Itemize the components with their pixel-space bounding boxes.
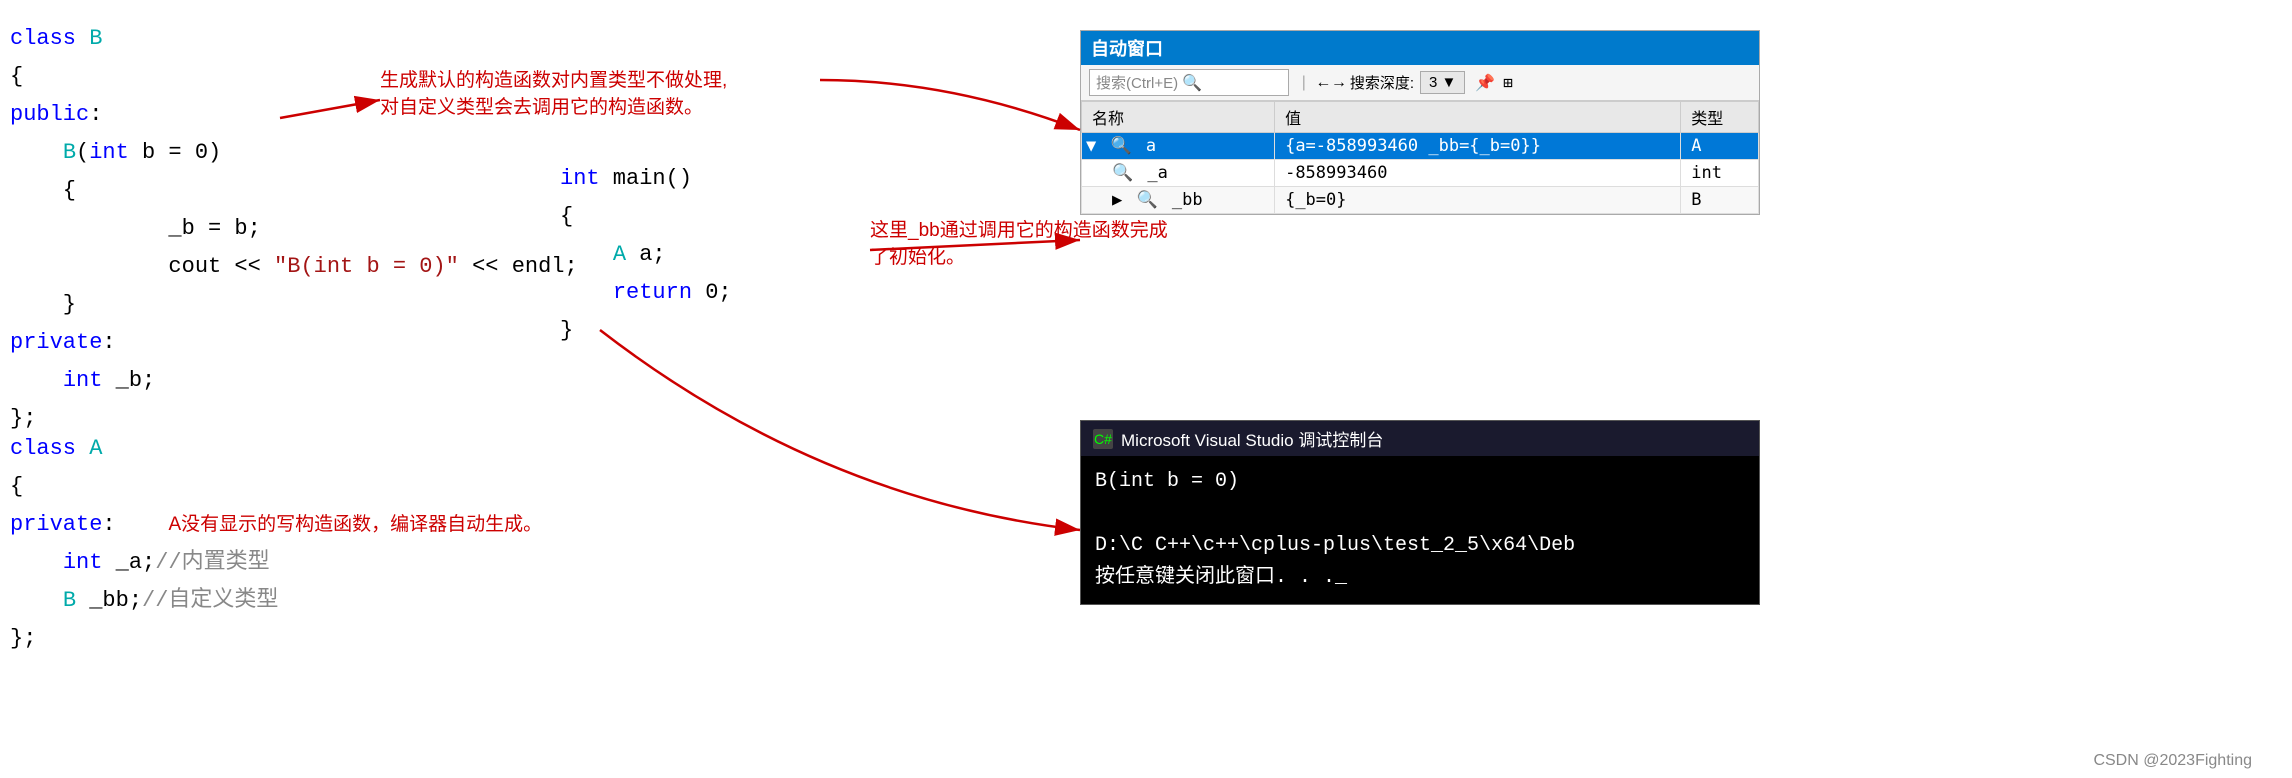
code-line: A a; [560, 236, 732, 274]
console-body: B(int b = 0) D:\C C++\c++\cplus-plus\tes… [1081, 456, 1759, 604]
code-line: int _b; [10, 362, 810, 400]
forward-icon[interactable]: → [1334, 74, 1344, 92]
cell-value: -858993460 [1275, 160, 1681, 187]
col-name: 名称 [1082, 102, 1275, 133]
code-line: class B [10, 20, 810, 58]
arrow-annotation1-to-table [820, 80, 1080, 130]
search-icon: 🔍 [1182, 73, 1202, 93]
table-row[interactable]: ▼ 🔍 a {a=-858993460 _bb={_b=0}} A [1082, 133, 1759, 160]
cell-value: {_b=0} [1275, 187, 1681, 214]
code-area-bottom: class A { private: A没有显示的写构造函数，编译器自动生成。 … [0, 430, 500, 658]
console-line: B(int b = 0) [1095, 466, 1745, 498]
code-line: return 0; [560, 274, 732, 312]
console-title-text: Microsoft Visual Studio 调试控制台 [1121, 426, 1383, 451]
col-value: 值 [1275, 102, 1681, 133]
console-icon: C# [1093, 429, 1113, 449]
annotation-line1: 生成默认的构造函数对内置类型不做处理, [380, 65, 727, 92]
console-line: D:\C C++\c++\cplus-plus\test_2_5\x64\Deb [1095, 530, 1745, 562]
toolbar-separator: | [1299, 74, 1309, 92]
code-line: { [560, 198, 732, 236]
search-depth-select[interactable]: 3 ▼ [1420, 71, 1465, 94]
search-depth-label: 搜索深度: [1350, 72, 1414, 93]
table-row[interactable]: 🔍 _a -858993460 int [1082, 160, 1759, 187]
grid-icon[interactable]: ⊞ [1503, 73, 1513, 93]
annotation-bb: 这里_bb通过调用它的构造函数完成 了初始化。 [870, 215, 1168, 269]
search-placeholder-text: 搜索(Ctrl+E) [1096, 72, 1178, 93]
auto-window-title: 自动窗口 [1081, 31, 1759, 65]
table-row[interactable]: ▶ 🔍 _bb {_b=0} B [1082, 187, 1759, 214]
code-line: class A [10, 430, 490, 468]
annotation-line1: 这里_bb通过调用它的构造函数完成 [870, 215, 1168, 242]
expand-icon[interactable]: ▶ [1112, 190, 1122, 210]
annotation-line2: 了初始化。 [870, 242, 1168, 269]
code-line: } [560, 312, 732, 350]
col-type: 类型 [1681, 102, 1759, 133]
code-line: int _a;//内置类型 [10, 544, 490, 582]
annotation-line2: 对自定义类型会去调用它的构造函数。 [380, 92, 727, 119]
cell-value: {a=-858993460 _bb={_b=0}} [1275, 133, 1681, 160]
csdn-watermark: CSDN @2023Fighting [2093, 752, 2252, 770]
console-line [1095, 498, 1745, 530]
auto-table: 名称 值 类型 ▼ 🔍 a {a=-858993460 _bb={_b=0}} … [1081, 101, 1759, 214]
search-box[interactable]: 搜索(Ctrl+E) 🔍 [1089, 69, 1289, 96]
annotation-constructor: 生成默认的构造函数对内置类型不做处理, 对自定义类型会去调用它的构造函数。 [380, 65, 727, 119]
console-window: C# Microsoft Visual Studio 调试控制台 B(int b… [1080, 420, 1760, 605]
back-icon[interactable]: ← [1319, 74, 1329, 92]
cell-name: ▼ 🔍 a [1082, 133, 1275, 160]
cell-type: B [1681, 187, 1759, 214]
watch-icon: 🔍 [1137, 190, 1158, 210]
auto-window-toolbar: 搜索(Ctrl+E) 🔍 | ← → 搜索深度: 3 ▼ 📌 ⊞ [1081, 65, 1759, 101]
code-area-right: int main() { A a; return 0; } [560, 160, 732, 350]
watch-icon: 🔍 [1111, 136, 1132, 156]
expand-icon[interactable]: ▼ [1086, 136, 1096, 156]
cell-name: 🔍 _a [1082, 160, 1275, 187]
auto-window: 自动窗口 搜索(Ctrl+E) 🔍 | ← → 搜索深度: 3 ▼ 📌 ⊞ 名称… [1080, 30, 1760, 215]
cell-type: int [1681, 160, 1759, 187]
cell-name: ▶ 🔍 _bb [1082, 187, 1275, 214]
code-line: private: A没有显示的写构造函数，编译器自动生成。 [10, 506, 490, 544]
code-line: int main() [560, 160, 732, 198]
console-line: 按任意键关闭此窗口. . ._ [1095, 562, 1745, 594]
code-line: B _bb;//自定义类型 [10, 582, 490, 620]
code-line: { [10, 468, 490, 506]
pin-icon[interactable]: 📌 [1475, 73, 1495, 93]
console-title: C# Microsoft Visual Studio 调试控制台 [1081, 421, 1759, 456]
cell-type: A [1681, 133, 1759, 160]
watch-icon: 🔍 [1112, 163, 1133, 183]
code-line: }; [10, 620, 490, 658]
